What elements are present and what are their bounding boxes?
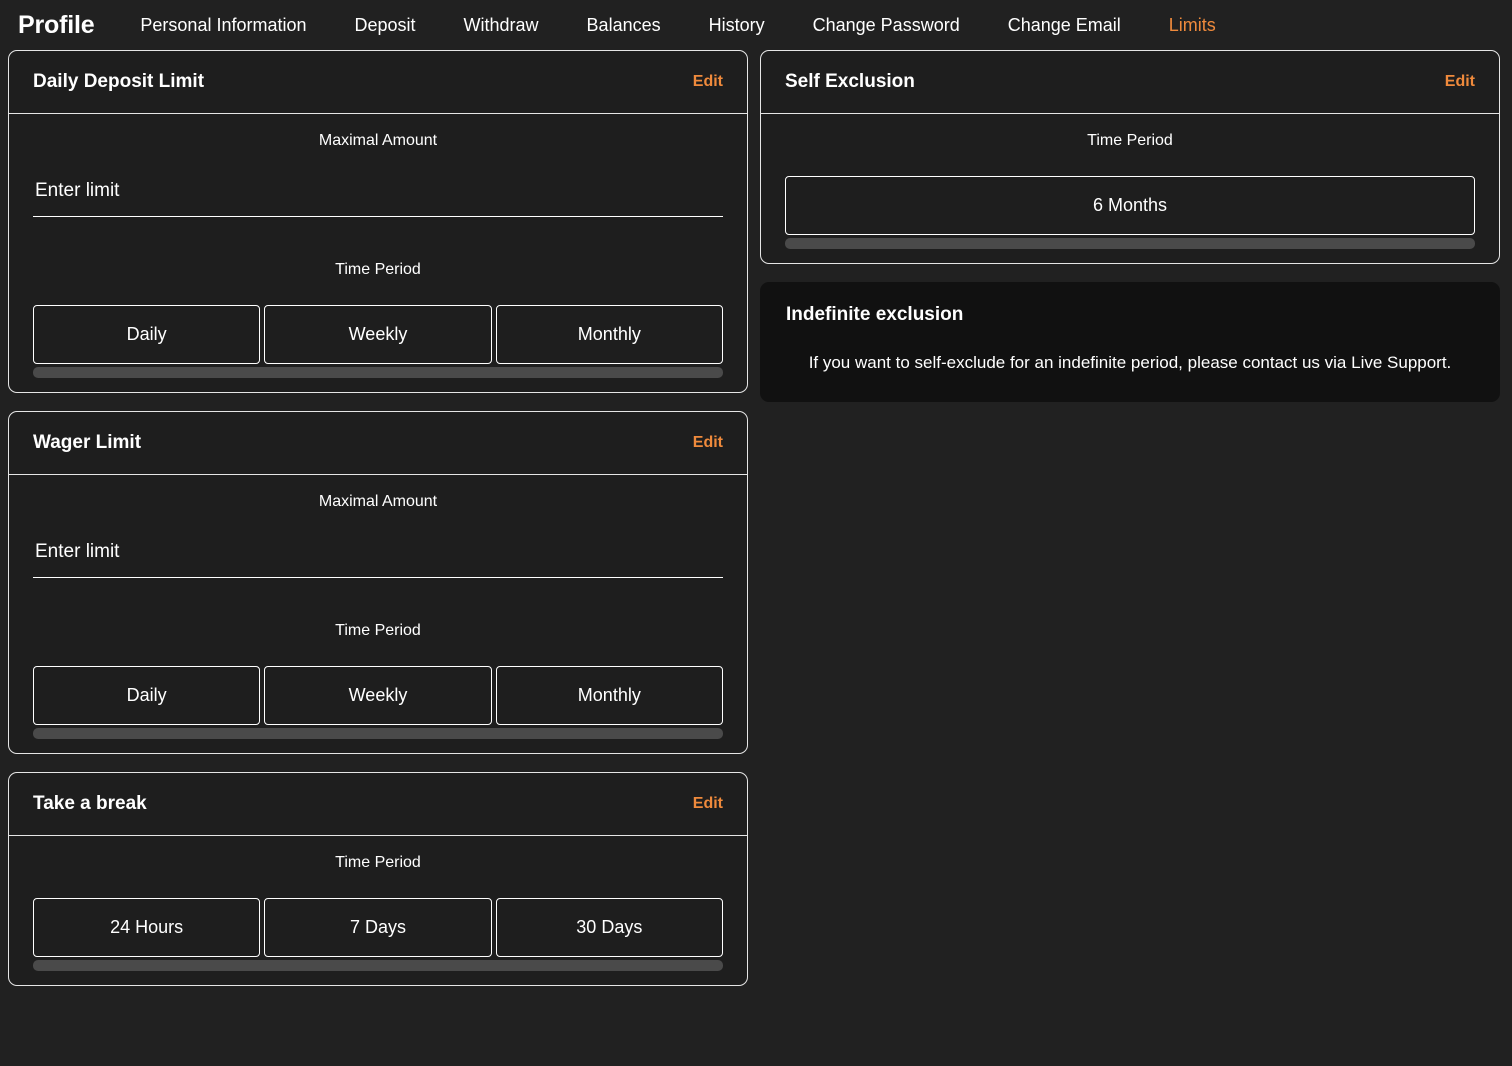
time-period-option-24-hours[interactable]: 24 Hours (33, 898, 261, 957)
time-period-scroll-area: 24 Hours 7 Days 30 Days (33, 898, 723, 971)
edit-button-self-exclusion[interactable]: Edit (1445, 73, 1475, 91)
nav-item-limits[interactable]: Limits (1169, 15, 1216, 36)
maximal-amount-field-wrap (33, 537, 723, 578)
time-period-option-monthly[interactable]: Monthly (495, 666, 723, 725)
card-indefinite-exclusion: Indefinite exclusion If you want to self… (760, 282, 1500, 403)
card-take-a-break: Take a break Edit Time Period 24 Hours 7… (8, 772, 748, 986)
card-body: Maximal Amount Time Period Daily Weekly … (9, 114, 747, 392)
card-title: Self Exclusion (785, 71, 915, 92)
nav-item-balances[interactable]: Balances (587, 15, 661, 36)
card-body: Maximal Amount Time Period Daily Weekly … (9, 475, 747, 753)
card-self-exclusion: Self Exclusion Edit Time Period 6 Months (760, 50, 1500, 264)
card-header: Daily Deposit Limit Edit (9, 51, 747, 114)
maximal-amount-field-wrap (33, 176, 723, 217)
time-period-option-daily[interactable]: Daily (33, 666, 261, 725)
limits-content: Daily Deposit Limit Edit Maximal Amount … (0, 50, 1512, 986)
edit-button-daily-deposit-limit[interactable]: Edit (693, 73, 723, 91)
maximal-amount-label: Maximal Amount (318, 493, 438, 510)
time-period-option-weekly[interactable]: Weekly (264, 305, 492, 364)
maximal-amount-input-daily-deposit[interactable] (33, 176, 723, 217)
indefinite-exclusion-text: If you want to self-exclude for an indef… (808, 353, 1452, 372)
card-title: Take a break (33, 793, 147, 814)
card-header: Wager Limit Edit (9, 412, 747, 475)
time-period-option-7-days[interactable]: 7 Days (264, 898, 492, 957)
card-body: Time Period 6 Months (761, 114, 1499, 263)
nav-item-withdraw[interactable]: Withdraw (464, 15, 539, 36)
time-period-option-monthly[interactable]: Monthly (495, 305, 723, 364)
card-header: Self Exclusion Edit (761, 51, 1499, 114)
time-period-options: 6 Months (785, 176, 1475, 235)
horizontal-scrollbar[interactable] (33, 367, 723, 378)
time-period-scroll-area: 6 Months (785, 176, 1475, 249)
time-period-options: Daily Weekly Monthly (33, 305, 723, 364)
card-wager-limit: Wager Limit Edit Maximal Amount Time Per… (8, 411, 748, 754)
page-title: Profile (18, 10, 95, 39)
time-period-label: Time Period (335, 854, 421, 871)
nav-item-change-email[interactable]: Change Email (1008, 15, 1121, 36)
horizontal-scrollbar[interactable] (33, 728, 723, 739)
time-period-scroll-area: Daily Weekly Monthly (33, 666, 723, 739)
card-title: Daily Deposit Limit (33, 71, 205, 92)
top-navigation: Profile Personal Information Deposit Wit… (0, 0, 1512, 50)
time-period-option-6-months[interactable]: 6 Months (785, 176, 1475, 235)
horizontal-scrollbar[interactable] (785, 238, 1475, 249)
time-period-option-daily[interactable]: Daily (33, 305, 261, 364)
time-period-label: Time Period (1087, 132, 1173, 149)
nav-item-deposit[interactable]: Deposit (355, 15, 416, 36)
nav-item-change-password[interactable]: Change Password (813, 15, 960, 36)
card-daily-deposit-limit: Daily Deposit Limit Edit Maximal Amount … (8, 50, 748, 393)
time-period-options: 24 Hours 7 Days 30 Days (33, 898, 723, 957)
nav-item-personal-information[interactable]: Personal Information (140, 15, 306, 36)
edit-button-wager-limit[interactable]: Edit (693, 434, 723, 452)
time-period-options: Daily Weekly Monthly (33, 666, 723, 725)
time-period-option-30-days[interactable]: 30 Days (495, 898, 723, 957)
time-period-scroll-area: Daily Weekly Monthly (33, 305, 723, 378)
time-period-option-weekly[interactable]: Weekly (264, 666, 492, 725)
card-body: Time Period 24 Hours 7 Days 30 Days (9, 836, 747, 985)
time-period-label: Time Period (335, 261, 421, 278)
maximal-amount-label: Maximal Amount (318, 132, 438, 149)
horizontal-scrollbar[interactable] (33, 960, 723, 971)
maximal-amount-input-wager-limit[interactable] (33, 537, 723, 578)
card-title: Wager Limit (33, 432, 142, 453)
edit-button-take-a-break[interactable]: Edit (693, 795, 723, 813)
time-period-label: Time Period (335, 622, 421, 639)
card-header: Take a break Edit (9, 773, 747, 836)
right-column: Self Exclusion Edit Time Period 6 Months… (760, 50, 1500, 403)
nav-item-history[interactable]: History (709, 15, 765, 36)
left-column: Daily Deposit Limit Edit Maximal Amount … (8, 50, 748, 986)
indefinite-exclusion-title: Indefinite exclusion (786, 304, 964, 325)
